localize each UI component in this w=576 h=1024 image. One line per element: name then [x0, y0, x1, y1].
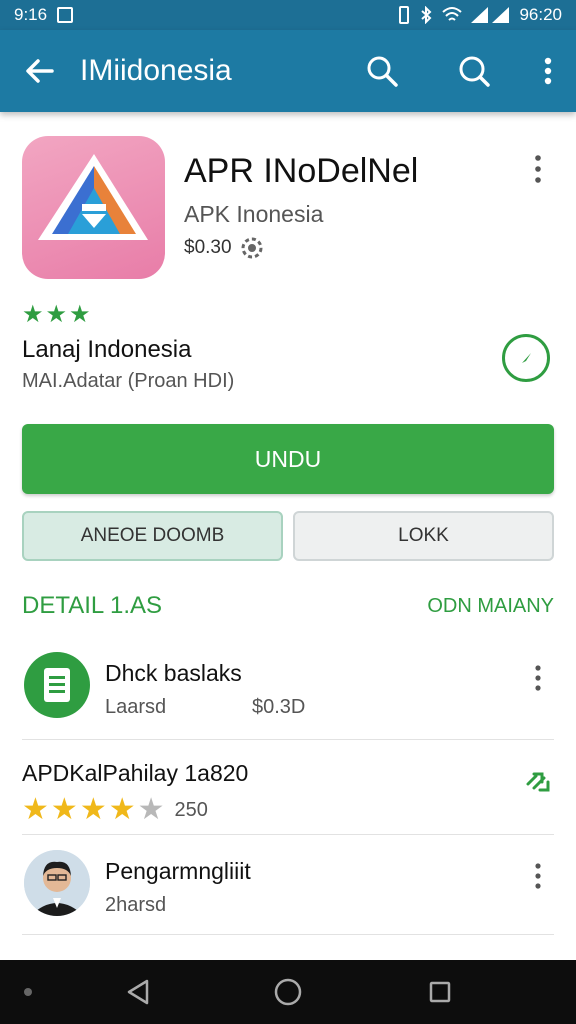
main-content: APR INoDelNel APK Inonesia $0.30 ★ ★ ★ L… [0, 112, 576, 935]
rating-count: 250 [174, 798, 208, 821]
item-rating-stars: ★ ★ ★ ★ ★ 250 [22, 793, 208, 826]
notification-icon [57, 7, 74, 23]
nav-home-button[interactable] [270, 974, 306, 1010]
document-icon [44, 668, 70, 702]
app-bar: IMiidonesia [0, 30, 576, 112]
badge-icon [241, 237, 263, 259]
search-button[interactable] [336, 30, 428, 112]
app-header: APR INoDelNel APK Inonesia $0.30 ★ ★ ★ L… [0, 112, 576, 619]
details-more-link[interactable]: ODN MAIANY [427, 595, 554, 618]
install-button[interactable]: UNDU [22, 424, 554, 494]
secondary-button-right[interactable]: LOKK [293, 511, 554, 561]
play-preview-button[interactable] [502, 334, 550, 382]
language-sub: MAI.Adatar (Proan HDI) [22, 370, 235, 392]
item-menu-button[interactable] [526, 860, 550, 892]
star-icon: ★ [22, 793, 49, 826]
star-icon: ★ [22, 301, 44, 328]
share-button[interactable] [522, 764, 554, 796]
developer-name[interactable]: APK Inonesia [184, 201, 323, 228]
item-title: Pengarmngliiit [105, 858, 251, 884]
signal-icon [471, 7, 510, 23]
document-avatar [24, 652, 90, 718]
more-vert-icon [535, 665, 541, 691]
divider [22, 934, 554, 935]
star-icon: ★ [50, 793, 78, 826]
star-icon: ★ [69, 301, 91, 328]
more-vert-icon [535, 863, 541, 889]
app-title: APR INoDelNel [184, 152, 419, 190]
divider [22, 739, 554, 740]
search-icon [459, 56, 490, 87]
nav-indicator-dot [24, 988, 32, 996]
list-item[interactable]: APDKalPahilay 1a820 ★ ★ ★ ★ ★ 250 [0, 752, 576, 832]
status-time-left: 9:16 [14, 5, 48, 24]
bluetooth-icon [421, 6, 432, 24]
vibrate-icon [399, 6, 410, 24]
item-subtitle: 2harsd [105, 894, 167, 916]
price-text: $0.30 [184, 237, 232, 258]
item-title: Dhck baslaks [105, 660, 242, 686]
wifi-icon [442, 7, 463, 21]
search-button-secondary[interactable] [428, 30, 520, 112]
details-section-title: DETAIL 1.AS [22, 592, 163, 619]
more-vert-icon [535, 155, 541, 183]
list-item[interactable]: Dhck baslaks Laarsd $0.3D [0, 642, 576, 742]
search-icon [367, 56, 398, 87]
status-time-right: 96:20 [519, 5, 562, 24]
back-button[interactable] [0, 30, 80, 112]
person-photo-icon [24, 850, 90, 916]
star-icon: ★ [79, 793, 107, 826]
app-menu-button[interactable] [526, 152, 550, 186]
profile-avatar [24, 850, 90, 916]
item-price: $0.3D [252, 696, 306, 718]
nav-recents-button[interactable] [422, 974, 458, 1010]
app-icon [22, 136, 165, 279]
item-subtitle: Laarsd [105, 696, 167, 718]
system-nav-bar [0, 960, 576, 1024]
overflow-menu-button[interactable] [520, 30, 576, 112]
play-icon [522, 353, 531, 363]
status-bar: 9:16 96:20 [0, 0, 576, 30]
app-logo-icon [38, 154, 148, 240]
app-price: $0.30 [184, 236, 264, 260]
arrow-back-icon [26, 59, 54, 83]
item-title: APDKalPahilay 1a820 [22, 760, 249, 786]
item-menu-button[interactable] [526, 662, 550, 694]
divider [22, 834, 554, 835]
app-bar-title: IMiidonesia [80, 54, 232, 87]
share-icon [526, 772, 550, 792]
app-rating-stars: ★ ★ ★ [22, 301, 91, 328]
nav-home-icon [274, 978, 302, 1006]
list-item[interactable]: Pengarmngliiit 2harsd [0, 842, 576, 942]
nav-recents-icon [429, 981, 451, 1003]
nav-back-icon [127, 979, 149, 1005]
star-icon: ★ [45, 301, 68, 328]
star-empty-icon: ★ [137, 793, 165, 826]
language-label: Lanaj Indonesia [22, 336, 192, 363]
nav-back-button[interactable] [120, 974, 156, 1010]
secondary-button-left[interactable]: ANEOE DOOMB [22, 511, 283, 561]
more-vert-icon [544, 57, 552, 85]
star-icon: ★ [108, 793, 136, 826]
